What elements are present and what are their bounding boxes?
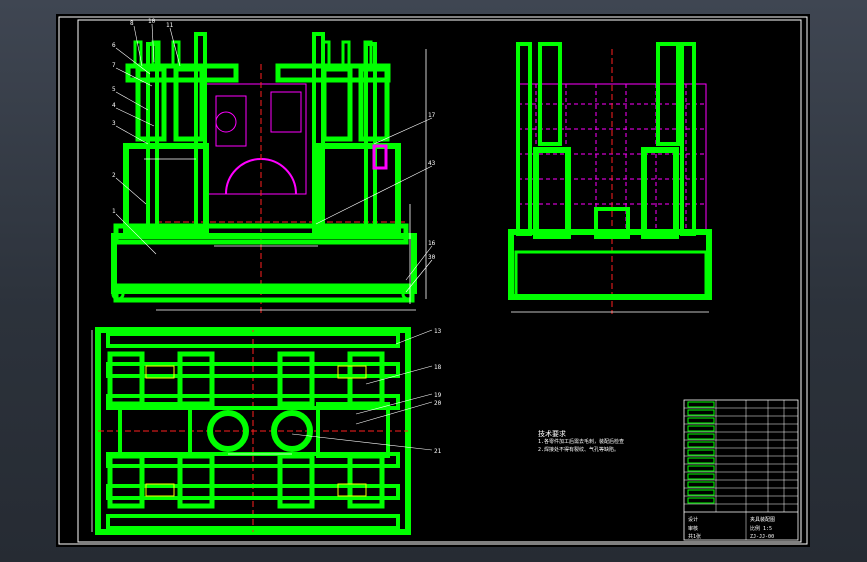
balloon-label: 30 [428,254,436,261]
parts-list-entry [687,441,715,448]
side-base-inner [514,250,708,299]
parts-list-entry [687,409,715,416]
left-crossbar [125,63,239,83]
post-pin [171,40,181,68]
plan-view [91,327,411,535]
balloon-label: 4 [112,102,116,109]
balloon-label: 1 [112,208,116,215]
balloon-leader [115,47,151,75]
side-right-post [680,42,696,236]
title-block-outline [683,399,799,541]
balloon-label: 5 [112,86,116,93]
plan-pocket-left [118,402,192,458]
post-pin [341,40,351,68]
side-view [508,42,712,314]
balloon-label: 11 [166,22,174,29]
balloon-label: 3 [112,120,116,127]
balloon-label: 21 [434,448,442,455]
side-left-post [516,42,532,236]
right-crossbar [275,63,391,83]
post-pin [321,40,331,68]
parts-list-entry [687,489,715,496]
title-block: 夹具装配图比例 1:5 ZJ-JJ-00 设计审核共1张 [683,399,799,541]
balloon-label: 10 [148,18,156,25]
side-base-block [508,229,712,300]
front-view [111,32,427,314]
balloon-label: 16 [428,240,436,247]
title-block-sheet: 共1张 [688,533,701,540]
workpiece-hidden-hole [215,111,237,133]
balloon-label: 6 [112,42,116,49]
parts-list-entry [687,449,715,456]
drawing-sheet: 8 10 11 6 7 5 4 3 2 1 17 43 16 30 13 18 19 20 21 夹具装配图 比例 1:… [56,14,810,547]
cad-drawing: 8 10116754321174316301318192021夹具装配图比例 1:… [58,16,808,545]
balloon-leader [373,117,433,145]
title-block-drawing-no: ZJ-JJ-00 [750,534,774,540]
balloon-label: 43 [428,160,436,167]
balloon-leader [115,91,149,111]
balloon-label: 2 [112,172,116,179]
technical-requirements-title: 技术要求 [538,430,566,438]
parts-list-entry [687,457,715,464]
side-right-support [641,147,679,239]
technical-requirements-line-2: 2.焊接处不得有裂纹、气孔等缺陷。 [538,447,620,453]
balloon-leader [115,125,149,145]
parts-list-entry [687,425,715,432]
balloon-label: 17 [428,112,436,119]
balloon-label: 18 [434,364,442,371]
balloon-label: 8 [130,20,134,27]
parts-list-entry [687,481,715,488]
balloon-label: 19 [434,392,442,399]
title-block-drawing-name: 夹具装配图 [750,516,775,523]
plan-pocket-right [316,402,390,458]
side-left-support [533,147,571,239]
workpiece-hidden-boss [270,91,302,133]
parts-list-entry [687,417,715,424]
workpiece-hidden-inner [215,95,247,147]
technical-requirements: 技术要求 1.各零件加工后需去毛刺，装配后检查 2.焊接处不得有裂纹、气孔等缺陷… [538,430,624,454]
parts-list-entry [687,473,715,480]
balloon-label: 7 [112,62,116,69]
balloon-leader [115,177,147,205]
title-block-scale: 比例 1:5 [750,525,772,532]
balloon-label: 20 [434,400,442,407]
technical-requirements-line-1: 1.各零件加工后需去毛刺，装配后检查 [538,439,625,445]
balloon-label: 13 [434,328,442,335]
parts-list-entry [687,433,715,440]
title-block-checker: 审核 [688,525,698,532]
parts-list-entry [687,497,715,504]
parts-list-entry [687,465,715,472]
title-block-designer: 设计 [688,516,698,523]
parts-list-entry [687,401,715,408]
